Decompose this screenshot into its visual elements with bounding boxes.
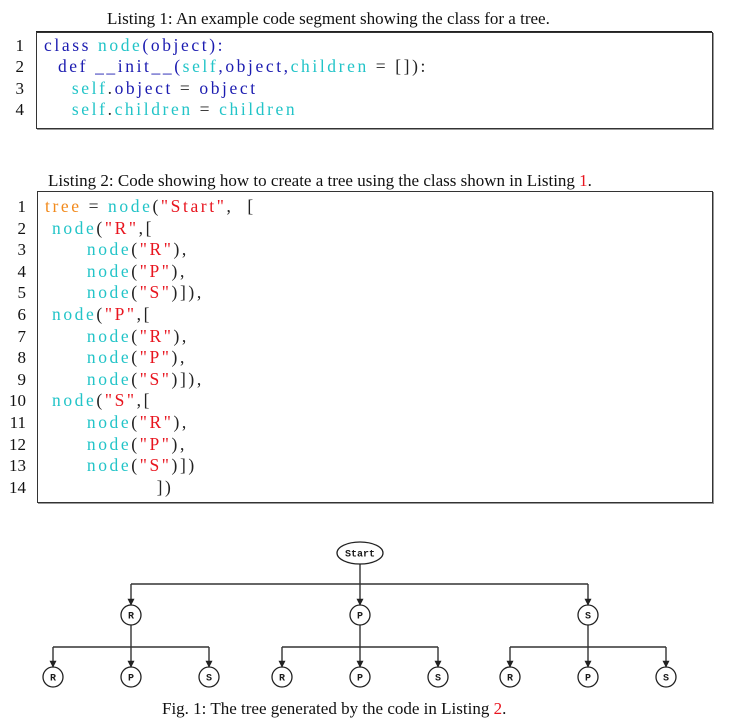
tree-leaf-p: P	[577, 666, 599, 688]
node-label: P	[128, 674, 134, 685]
tree-leaf-r: R	[42, 666, 64, 688]
node-label: Start	[345, 550, 375, 561]
node-label: R	[128, 612, 134, 623]
tree-leaf-s: S	[655, 666, 677, 688]
figure-caption-suffix: .	[502, 699, 507, 718]
node-label: P	[357, 612, 363, 623]
tree-node-p: P	[349, 604, 371, 626]
node-label: P	[357, 674, 363, 685]
node-label: S	[435, 674, 441, 685]
tree-leaf-s: S	[427, 666, 449, 688]
node-label: R	[507, 674, 513, 685]
node-label: S	[585, 612, 591, 623]
node-label: R	[279, 674, 285, 685]
tree-leaf-s: S	[198, 666, 220, 688]
tree-node-start: Start	[336, 541, 384, 565]
node-label: R	[50, 674, 56, 685]
node-label: P	[585, 674, 591, 685]
tree-leaf-p: P	[349, 666, 371, 688]
tree-leaf-p: P	[120, 666, 142, 688]
figure-caption-ref-link[interactable]: 2	[494, 699, 503, 718]
tree-node-r: R	[120, 604, 142, 626]
figure-caption: Fig. 1: The tree generated by the code i…	[162, 699, 506, 719]
tree-leaf-r: R	[499, 666, 521, 688]
figure-caption-text: Fig. 1: The tree generated by the code i…	[162, 699, 494, 718]
tree-leaf-r: R	[271, 666, 293, 688]
node-label: S	[206, 674, 212, 685]
tree-diagram: Start R R P S P R P S S R P S	[42, 541, 677, 688]
tree-node-s: S	[577, 604, 599, 626]
node-label: S	[663, 674, 669, 685]
